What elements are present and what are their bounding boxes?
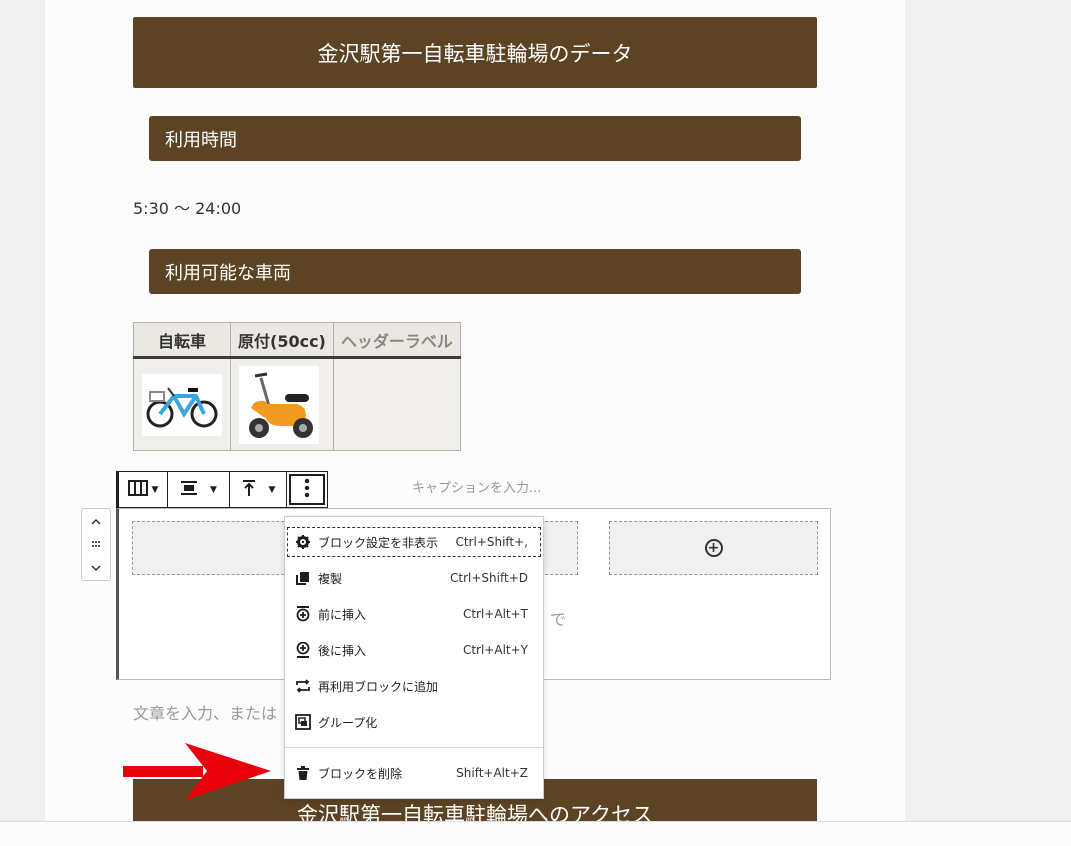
menu-item-label: 複製 [318,571,343,586]
table-header-bicycle[interactable]: 自転車 [133,322,231,359]
more-options-button[interactable] [287,472,327,507]
drag-icon [92,541,100,548]
menu-item-remove-block[interactable]: ブロックを削除 Shift+Alt+Z [285,756,543,790]
vehicles-heading[interactable]: 利用可能な車両 [149,249,801,294]
menu-item-label: 再利用ブロックに追加 [318,679,439,694]
menu-item-shortcut: Ctrl+Alt+Y [462,643,528,657]
column-text-fragment: で [550,610,567,629]
vertical-align-icon [241,479,257,500]
align-icon [180,480,198,499]
columns-button[interactable]: ▼ [119,472,168,507]
reusable-icon [295,678,311,694]
hours-heading[interactable]: 利用時間 [149,116,801,161]
menu-item-label: 後に挿入 [318,643,367,658]
menu-item-insert-after[interactable]: 後に挿入 Ctrl+Alt+Y [285,633,543,667]
table-cell-scooter[interactable] [230,357,334,451]
chevron-down-icon [91,565,101,572]
insert-before-icon [295,606,311,622]
move-up-button[interactable] [91,514,101,528]
vehicles-table[interactable]: 自転車 原付(50cc) ヘッダーラベル [133,322,461,451]
caption-input[interactable]: キャプションを入力... [412,477,541,496]
table-header-placeholder[interactable]: ヘッダーラベル [332,322,461,359]
group-icon [295,714,311,730]
duplicate-icon [295,570,311,586]
menu-item-shortcut: Shift+Alt+Z [456,766,528,780]
align-button[interactable]: ▼ [168,472,230,507]
menu-item-label: ブロックを削除 [318,766,403,781]
columns-icon [127,480,148,499]
column-2-appender[interactable]: + [609,521,818,575]
menu-item-duplicate[interactable]: 複製 Ctrl+Shift+D [285,561,543,595]
block-toolbar: ▼ ▼ ▼ [116,471,328,508]
red-arrow-annotation [123,743,273,805]
menu-item-label: グループ化 [318,715,378,730]
menu-item-shortcut: Ctrl+Shift+, [455,535,528,549]
table-header-scooter[interactable]: 原付(50cc) [230,322,334,359]
menu-item-hide-settings[interactable]: ブロック設定を非表示 Ctrl+Shift+, [285,525,543,559]
menu-item-insert-before[interactable]: 前に挿入 Ctrl+Alt+T [285,597,543,631]
scooter-illustration [239,365,319,444]
menu-item-add-reusable[interactable]: 再利用ブロックに追加 [285,669,543,703]
menu-item-shortcut: Ctrl+Shift+D [450,571,528,585]
gear-icon [295,534,311,550]
insert-after-icon [295,642,311,658]
chevron-down-icon: ▼ [268,484,276,495]
menu-separator [285,747,543,748]
vertical-align-button[interactable]: ▼ [230,472,287,507]
bicycle-illustration [142,373,222,436]
menu-item-label: ブロック設定を非表示 [318,535,439,550]
block-options-menu: ブロック設定を非表示 Ctrl+Shift+, 複製 Ctrl+Shift+D … [284,516,544,799]
menu-item-shortcut: Ctrl+Alt+T [462,607,528,621]
chevron-down-icon: ▼ [151,484,159,495]
block-mover [81,508,111,581]
drag-handle[interactable] [91,537,101,551]
paragraph-placeholder[interactable]: 文章を入力、または [133,700,277,724]
chevron-down-icon: ▼ [210,484,217,495]
more-options-icon [304,478,310,501]
data-heading[interactable]: 金沢駅第一自転車駐輪場のデータ [133,17,817,88]
table-cell-empty[interactable] [332,357,461,451]
menu-item-group[interactable]: グループ化 [285,705,543,739]
trash-icon [295,765,311,781]
add-block-icon: + [704,539,723,557]
table-cell-bicycle[interactable] [133,357,231,451]
chevron-up-icon [91,518,101,525]
move-down-button[interactable] [91,561,101,575]
menu-item-label: 前に挿入 [318,607,367,622]
hours-text[interactable]: 5:30 〜 24:00 [133,195,241,219]
bottom-bar [0,821,1071,846]
